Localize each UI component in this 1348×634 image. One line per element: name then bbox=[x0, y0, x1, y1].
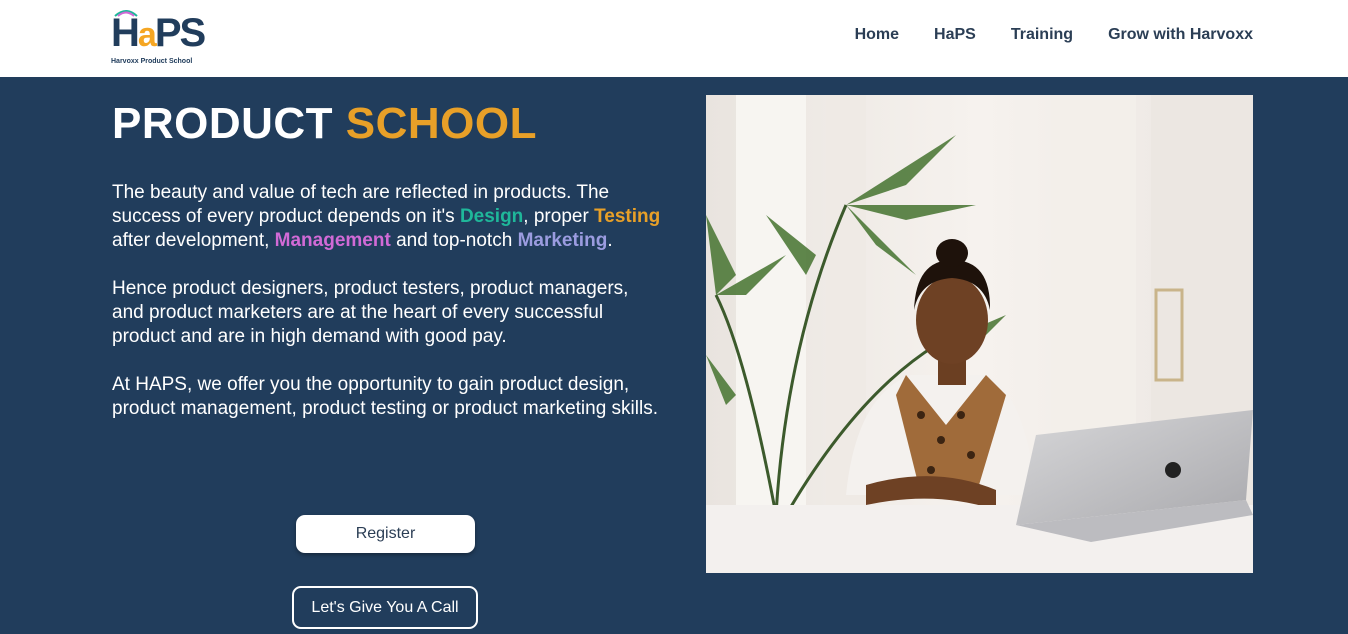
register-button[interactable]: Register bbox=[296, 515, 475, 553]
call-request-button[interactable]: Let's Give You A Call bbox=[292, 586, 478, 629]
keyword-marketing: Marketing bbox=[517, 230, 608, 251]
nav-item-haps[interactable]: HaPS bbox=[934, 26, 976, 44]
haps-logo[interactable]: HaPS Harvoxx Product School bbox=[111, 7, 206, 69]
nav-item-training[interactable]: Training bbox=[1011, 26, 1073, 44]
keyword-testing: Testing bbox=[594, 206, 661, 227]
hero-photo-illustration bbox=[706, 95, 1253, 573]
logo-wordmark: HaPS bbox=[111, 11, 206, 55]
top-navigation-bar: HaPS Harvoxx Product School Home HaPS Tr… bbox=[0, 0, 1348, 77]
hero-paragraph-3: At HAPS, we offer you the opportunity to… bbox=[112, 374, 658, 419]
keyword-design: Design bbox=[459, 206, 524, 227]
hero-paragraph-2: Hence product designers, product testers… bbox=[112, 278, 629, 347]
hero-photo bbox=[706, 95, 1253, 573]
logo-tagline: Harvoxx Product School bbox=[111, 58, 193, 65]
keyword-management: Management bbox=[274, 230, 391, 251]
hero-title-accent: SCHOOL bbox=[345, 99, 538, 148]
hero-copy: The beauty and value of tech are reflect… bbox=[112, 181, 662, 445]
main-nav: Home HaPS Training Grow with Harvoxx bbox=[855, 26, 1253, 44]
hero-paragraph-1: The beauty and value of tech are reflect… bbox=[112, 182, 661, 251]
nav-item-grow-with-harvoxx[interactable]: Grow with Harvoxx bbox=[1108, 26, 1253, 44]
nav-item-home[interactable]: Home bbox=[855, 26, 899, 44]
hero-title: PRODUCT SCHOOL bbox=[112, 99, 538, 148]
